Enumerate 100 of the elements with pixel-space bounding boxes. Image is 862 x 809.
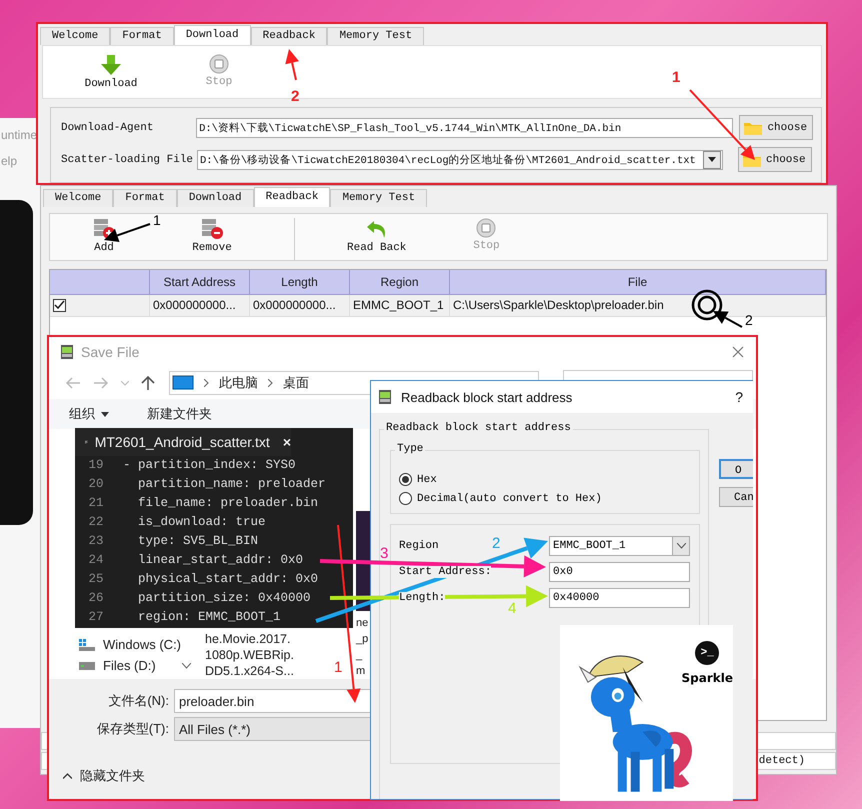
drive-item[interactable]: Files (D:) [79, 658, 199, 673]
code-line: - partition_index: SYS0 [122, 457, 296, 474]
path-field[interactable]: D:\资料\下载\TicwatchE\SP_Flash_Tool_v5.1744_Win\MTK_AllInOne_DA.bin [196, 118, 734, 138]
drive-icon [79, 638, 95, 650]
column-header: Length [250, 270, 350, 295]
annotation-number: 2 [291, 88, 300, 105]
tab[interactable]: Welcome [40, 27, 110, 45]
caret-icon [708, 157, 716, 162]
menu-text: elp [1, 154, 18, 168]
database-remove-icon [200, 218, 224, 240]
column-header: File [450, 270, 826, 295]
chevron-up-icon [63, 773, 72, 779]
terminal-badge: >_ [695, 641, 720, 665]
stop-icon [476, 218, 496, 238]
region-dropdown[interactable]: EMMC_BOOT_1 [549, 536, 690, 556]
line-number: 26 [87, 590, 104, 607]
table-cell: EMMC_BOOT_1 [350, 295, 450, 317]
choose-button[interactable]: choose [738, 147, 812, 172]
download-button[interactable]: Download [83, 54, 139, 90]
choose-button[interactable]: choose [739, 115, 813, 140]
field-label: 保存类型(T): [96, 720, 169, 738]
tab[interactable]: Download [174, 25, 251, 45]
line-number: 24 [87, 552, 104, 569]
scroll-down-icon[interactable] [182, 663, 191, 669]
drive-item[interactable]: Windows (C:) [79, 637, 199, 652]
chevron-icon [268, 379, 273, 387]
field-label: Start Address: [399, 566, 492, 578]
column-header: Region [350, 270, 450, 295]
close-icon[interactable] [732, 346, 744, 358]
annotation-number: 1 [672, 69, 680, 86]
logo-text: Sparkle [682, 671, 733, 685]
radio-button[interactable] [399, 492, 412, 505]
read-back-button[interactable]: Read Back [347, 218, 406, 254]
tab[interactable]: Format [113, 189, 177, 207]
field-label: Length: [399, 592, 446, 604]
field-label: Scatter-loading File [61, 154, 194, 166]
target-icon [692, 290, 722, 320]
radio-button[interactable] [399, 473, 412, 486]
table-cell: 0x000000000... [150, 295, 250, 317]
annotation-number: 1 [153, 212, 161, 228]
radio-label: Hex [417, 474, 437, 486]
field-label: Download-Agent [61, 122, 154, 134]
field-label: 文件名(N): [107, 692, 169, 710]
organize-menu[interactable]: 组织 [69, 405, 109, 423]
cancel-button[interactable]: Can [719, 487, 753, 507]
code-line: file_name: preloader.bin [137, 495, 318, 512]
line-number: 23 [87, 533, 104, 550]
code-line: partition_name: preloader [137, 476, 326, 493]
column-header: Start Address [150, 270, 250, 295]
input-field[interactable]: 0x40000 [549, 588, 690, 608]
breadcrumb-item[interactable]: 桌面 [283, 374, 309, 392]
tab[interactable]: Memory Test [330, 189, 428, 207]
menu-text: untime [1, 128, 38, 142]
app-icon [379, 390, 391, 404]
line-number: 21 [87, 495, 104, 512]
tab[interactable]: Readback [250, 27, 328, 45]
code-line: is_download: true [137, 514, 266, 531]
dialog-title: Save File [81, 344, 140, 360]
file-name[interactable]: he.Movie.2017. 1080p.WEBRip. DD5.1.x264-S... [205, 631, 294, 679]
tab[interactable]: Welcome [43, 189, 114, 207]
up-arrow-icon[interactable] [141, 375, 155, 391]
line-number: 20 [87, 476, 104, 493]
code-line: region: EMMC_BOOT_1 [137, 609, 281, 626]
new-folder-button[interactable]: 新建文件夹 [147, 405, 212, 423]
group-title: Type [395, 443, 426, 455]
tab[interactable]: Format [110, 27, 174, 45]
close-button[interactable]: × [282, 434, 291, 450]
radio-label: Decimal(auto convert to Hex) [417, 492, 602, 504]
line-number: 19 [87, 457, 104, 474]
code-line: partition_size: 0x40000 [137, 590, 311, 607]
stop-icon [209, 54, 229, 74]
path-dropdown[interactable]: D:\备份\移动设备\TicwatchE20180304\recLog的分区地址备份\MT2601_Android_scatter.txt [197, 150, 723, 170]
remove-button[interactable]: Remove [184, 218, 240, 254]
row-checkbox[interactable] [53, 299, 66, 312]
code-line: physical_start_addr: 0x0 [137, 571, 318, 588]
editor-tab[interactable]: MT2601_Android_scatter.txt × [75, 428, 291, 456]
caret-icon [101, 412, 109, 416]
input-field[interactable]: 0x0 [549, 562, 690, 582]
help-button[interactable]: ? [735, 389, 743, 405]
ok-button[interactable]: O [719, 459, 753, 479]
hide-folders-button[interactable]: 隐藏文件夹 [63, 767, 756, 785]
file-name[interactable]: ne _p _ m [356, 615, 370, 679]
code-line: type: SV5_BL_BIN [137, 533, 258, 550]
field-label: Region [399, 540, 439, 552]
caret-icon [676, 542, 686, 548]
drive-icon [79, 662, 95, 670]
annotation-number: 4 [508, 600, 516, 617]
annotation-number: 3 [380, 545, 388, 562]
status-text: detect) [758, 755, 805, 767]
table-cell: 0x000000000... [250, 295, 350, 317]
tab[interactable]: Memory Test [327, 27, 424, 45]
breadcrumb-item[interactable]: 此电脑 [219, 374, 258, 392]
folder-icon [744, 120, 762, 135]
computer-icon [172, 375, 194, 391]
annotation-number: 1 [334, 659, 342, 676]
tab[interactable]: Download [176, 189, 254, 207]
line-number: 22 [87, 514, 104, 531]
chevron-icon [204, 379, 209, 387]
code-line: linear_start_addr: 0x0 [137, 552, 304, 569]
tab[interactable]: Readback [254, 187, 330, 207]
